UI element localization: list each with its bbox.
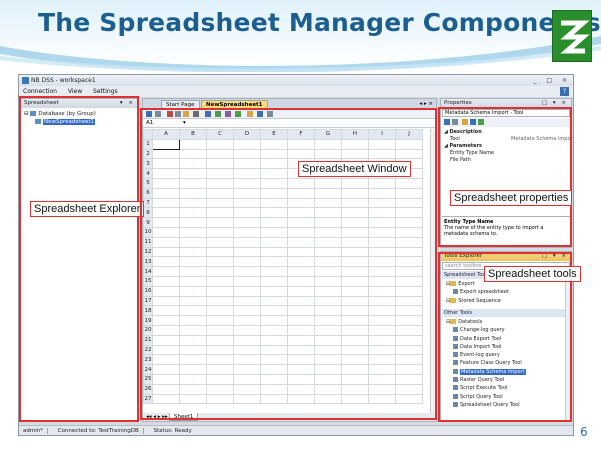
- callout-explorer-box: [19, 96, 139, 422]
- menu-view[interactable]: View: [68, 88, 82, 95]
- window-title: NB DSS - workspace1: [31, 77, 96, 84]
- status-ready: Status: Ready: [153, 428, 192, 434]
- status-connection: Connected to: TestTrainingDB: [57, 428, 144, 434]
- menu-connection[interactable]: Connection: [23, 88, 57, 95]
- status-user: admin*: [23, 428, 48, 434]
- properties-title: Properties: [444, 100, 472, 106]
- callout-properties-label: Spreadsheet properties: [450, 190, 573, 206]
- app-icon: [22, 77, 29, 84]
- callout-window-box: [140, 108, 437, 420]
- callout-tools-label: Spreadsheet tools: [484, 266, 581, 282]
- callout-properties-box: [438, 107, 572, 247]
- company-logo: [552, 10, 592, 62]
- window-titlebar: NB DSS - workspace1 _ □ ×: [19, 75, 573, 86]
- callout-explorer-label: Spreadsheet Explorer: [30, 201, 145, 217]
- callout-window-label: Spreadsheet Window: [298, 161, 411, 177]
- window-controls[interactable]: _ □ ×: [533, 75, 571, 86]
- help-icon[interactable]: ?: [560, 87, 569, 96]
- slide-number: 6: [580, 425, 588, 439]
- menu-settings[interactable]: Settings: [93, 88, 118, 95]
- slide-title: The Spreadsheet Manager Components: [38, 8, 601, 37]
- status-bar: admin* Connected to: TestTrainingDB Stat…: [19, 425, 573, 435]
- slide-swoosh: [0, 36, 601, 72]
